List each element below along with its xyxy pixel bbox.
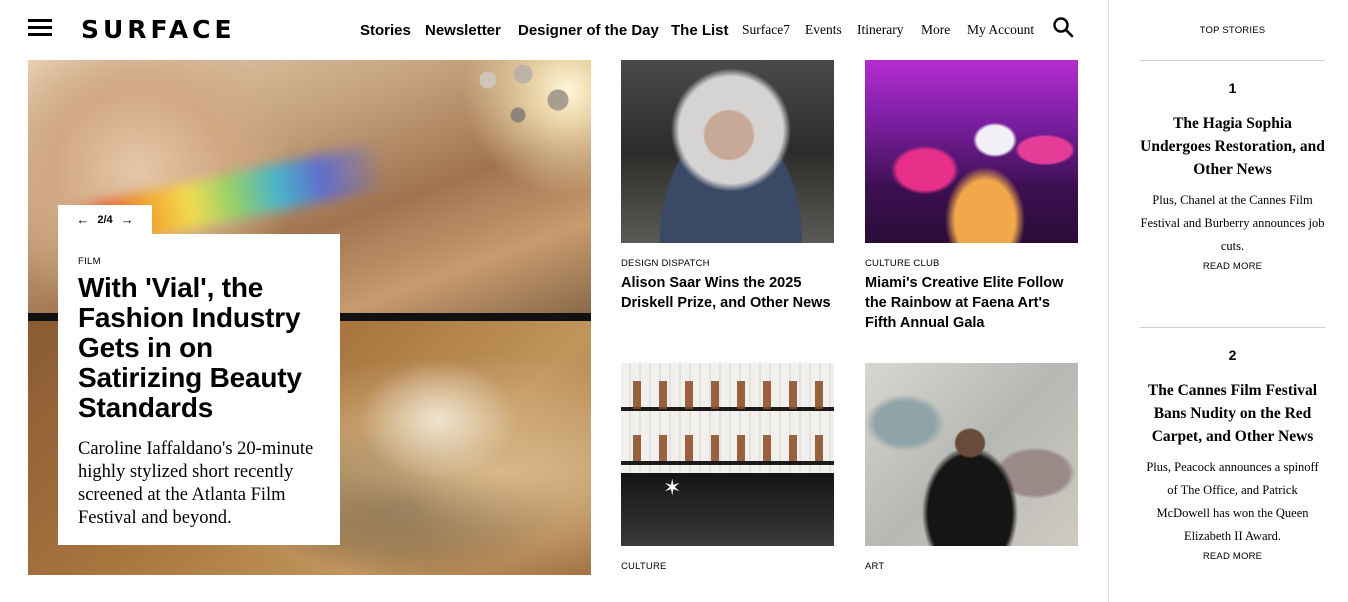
nav-link[interactable]: Surface7 xyxy=(742,22,790,38)
top-story-item[interactable]: 2 The Cannes Film Festival Bans Nudity o… xyxy=(1140,346,1325,562)
article-image[interactable] xyxy=(865,60,1078,243)
nav-link[interactable]: My Account xyxy=(967,22,1034,38)
nav-link[interactable]: Newsletter xyxy=(425,22,501,39)
article-category[interactable]: DESIGN DISPATCH xyxy=(621,258,834,269)
hero-image-beads xyxy=(468,60,591,140)
article-image-counter xyxy=(621,473,834,546)
sidebar-divider xyxy=(1108,0,1109,602)
article-image[interactable]: ✶ xyxy=(621,363,834,546)
hamburger-menu-icon[interactable] xyxy=(28,19,52,37)
nav-link[interactable]: Events xyxy=(805,22,842,38)
article-card[interactable]: ART xyxy=(865,363,1078,572)
hero-image-lace xyxy=(358,360,518,480)
nav-item-more[interactable]: More xyxy=(921,19,950,41)
hero-card[interactable]: FILM With 'Vial', the Fashion Industry G… xyxy=(58,234,340,545)
nav-item-the-list[interactable]: The List xyxy=(671,19,729,41)
hero-category[interactable]: FILM xyxy=(78,256,320,267)
article-image-bottles xyxy=(621,381,834,461)
story-summary: Plus, Peacock announces a spinoff of The… xyxy=(1146,460,1319,543)
nav-item-events[interactable]: Events xyxy=(805,19,842,41)
nav-link[interactable]: Itinerary xyxy=(857,22,903,38)
nav-item-surface7[interactable]: Surface7 xyxy=(742,19,790,41)
story-title[interactable]: The Cannes Film Festival Bans Nudity on … xyxy=(1140,379,1325,448)
nav-item-itinerary[interactable]: Itinerary xyxy=(857,19,903,41)
nav-link[interactable]: The List xyxy=(671,22,729,39)
nav-item-designer-of-the-day[interactable]: Designer of the Day xyxy=(518,19,659,41)
nav-item-stories[interactable]: Stories xyxy=(360,19,411,41)
read-more-link[interactable]: READ MORE xyxy=(1140,261,1325,272)
article-category[interactable]: ART xyxy=(865,561,1078,572)
sidebar-title: TOP STORIES xyxy=(1199,25,1266,36)
article-card[interactable]: DESIGN DISPATCH Alison Saar Wins the 202… xyxy=(621,60,834,313)
article-card[interactable]: ✶ CULTURE xyxy=(621,363,834,572)
slide-counter: 2/4 xyxy=(97,214,112,226)
article-category[interactable]: CULTURE CLUB xyxy=(865,258,1078,269)
hero-summary: Caroline Iaffaldano's 20-minute highly s… xyxy=(78,439,314,528)
story-number: 1 xyxy=(1228,80,1237,96)
article-title[interactable]: Alison Saar Wins the 2025 Driskell Prize… xyxy=(621,273,834,313)
story-number: 2 xyxy=(1228,347,1237,363)
sidebar-rule xyxy=(1140,327,1325,328)
article-category[interactable]: CULTURE xyxy=(621,561,834,572)
hero-title[interactable]: With 'Vial', the Fashion Industry Gets i… xyxy=(78,273,320,423)
article-image[interactable] xyxy=(621,60,834,243)
nav-item-newsletter[interactable]: Newsletter xyxy=(425,19,501,41)
story-title[interactable]: The Hagia Sophia Undergoes Restoration, … xyxy=(1140,112,1325,181)
slider-controls: ← 2/4 → xyxy=(58,205,152,234)
star-icon: ✶ xyxy=(663,475,682,500)
story-summary: Plus, Chanel at the Cannes Film Festival… xyxy=(1140,193,1325,253)
nav-link[interactable]: Stories xyxy=(360,22,411,39)
read-more-link[interactable]: READ MORE xyxy=(1140,551,1325,562)
search-icon[interactable] xyxy=(1052,16,1074,38)
nav-link[interactable]: Designer of the Day xyxy=(518,22,659,39)
site-logo[interactable]: SURFACE xyxy=(81,14,236,46)
sidebar-rule xyxy=(1140,60,1325,61)
article-image[interactable] xyxy=(865,363,1078,546)
nav-link[interactable]: More xyxy=(921,22,950,38)
arrow-left-icon[interactable]: ← xyxy=(76,212,89,227)
article-title[interactable]: Miami's Creative Elite Follow the Rainbo… xyxy=(865,273,1078,333)
slide-total: 4 xyxy=(106,213,113,226)
arrow-right-icon[interactable]: → xyxy=(121,212,134,227)
nav-item-my-account[interactable]: My Account xyxy=(967,19,1034,41)
top-story-item[interactable]: 1 The Hagia Sophia Undergoes Restoration… xyxy=(1140,79,1325,272)
article-card[interactable]: CULTURE CLUB Miami's Creative Elite Foll… xyxy=(865,60,1078,333)
